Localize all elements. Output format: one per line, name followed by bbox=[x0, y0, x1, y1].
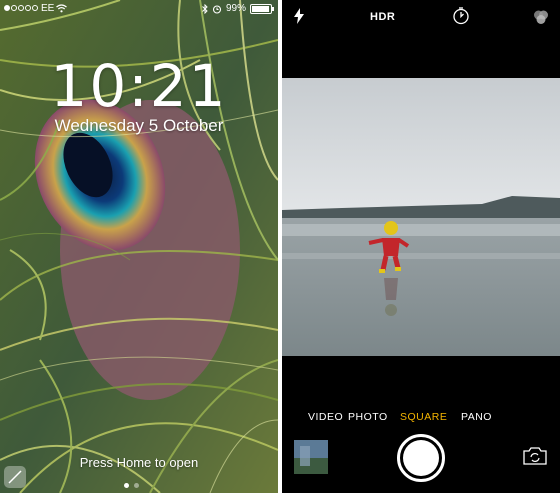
camera-flip-icon[interactable] bbox=[522, 446, 548, 466]
wifi-icon bbox=[56, 4, 68, 13]
filters-icon[interactable] bbox=[532, 8, 550, 26]
mode-video[interactable]: VIDEO bbox=[308, 411, 343, 423]
camera-viewfinder[interactable] bbox=[282, 78, 560, 356]
status-bar: EE 99% bbox=[0, 0, 278, 18]
bluetooth-icon bbox=[202, 3, 208, 14]
timer-icon[interactable] bbox=[452, 7, 470, 25]
lock-time: 10:21 bbox=[50, 52, 228, 120]
mode-photo[interactable]: PHOTO bbox=[348, 411, 388, 423]
alarm-icon bbox=[212, 4, 222, 14]
page-dot-1 bbox=[124, 483, 129, 488]
mode-square[interactable]: SQUARE bbox=[400, 411, 447, 423]
camera-mode-selector[interactable]: VIDEO PHOTO SQUARE PANO bbox=[282, 411, 560, 425]
camera-top-bar: HDR bbox=[282, 0, 560, 78]
carrier-label: EE bbox=[41, 3, 55, 14]
shutter-button[interactable] bbox=[397, 434, 445, 482]
signal-dots-icon bbox=[4, 3, 39, 14]
flash-icon[interactable] bbox=[294, 8, 304, 24]
page-indicator bbox=[124, 483, 139, 488]
lock-screen: EE 99% 10:21 Wednesday 5 October Press H… bbox=[0, 0, 278, 493]
page-dot-2 bbox=[134, 483, 139, 488]
battery-icon bbox=[250, 3, 274, 14]
last-photo-thumbnail[interactable] bbox=[294, 440, 328, 474]
unlock-hint: Press Home to open bbox=[79, 455, 199, 470]
hdr-toggle[interactable]: HDR bbox=[370, 11, 395, 23]
lock-date: Wednesday 5 October bbox=[54, 116, 224, 135]
camera-app: HDR VIDEO PHOTO SQUARE PANO bbox=[282, 0, 560, 493]
shutter-inner bbox=[403, 440, 439, 476]
battery-percent: 99% bbox=[225, 3, 246, 14]
mode-pano[interactable]: PANO bbox=[461, 411, 492, 423]
